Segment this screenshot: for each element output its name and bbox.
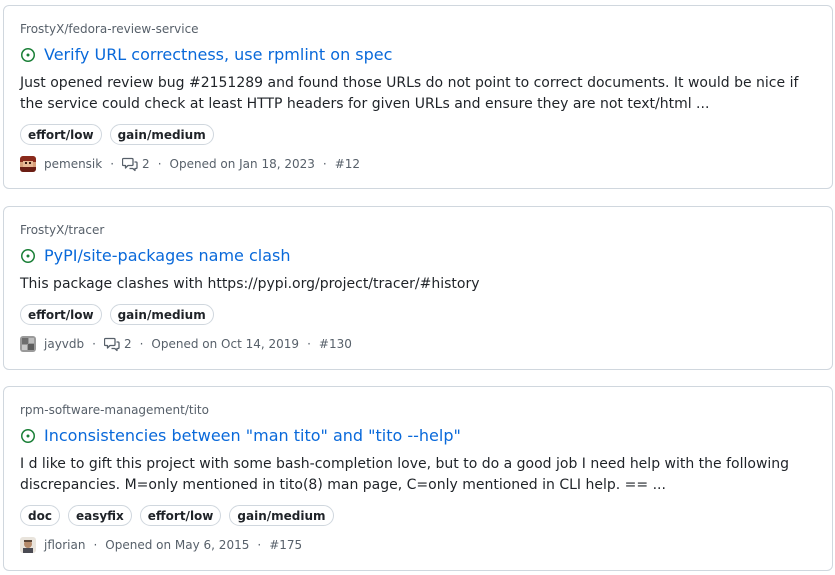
opened-date: Opened on May 6, 2015 <box>105 538 250 552</box>
issue-number: #175 <box>269 538 303 552</box>
separator-dot: · <box>139 337 144 351</box>
avatar[interactable] <box>20 336 36 352</box>
comments-link[interactable]: 2 <box>122 156 150 172</box>
issue-meta: pemensik · 2 · Opened on Jan 18, 2023 · … <box>20 154 816 174</box>
opened-date: Opened on Jan 18, 2023 <box>169 157 315 171</box>
comment-count: 2 <box>142 157 150 171</box>
comment-discussion-icon <box>122 156 138 172</box>
issue-meta: jflorian · Opened on May 6, 2015 · #175 <box>20 535 816 555</box>
separator-dot: · <box>307 337 311 351</box>
issue-opened-icon <box>20 47 36 63</box>
author-link[interactable]: jayvdb <box>44 337 84 351</box>
issue-number: #12 <box>334 157 361 171</box>
separator-dot: · <box>110 157 115 171</box>
issue-body: Just opened review bug #2151289 and foun… <box>20 75 799 112</box>
separator-dot: · <box>322 157 327 171</box>
issue-title-link[interactable]: PyPI/site-packages name clash <box>44 244 291 268</box>
issue-title-link[interactable]: Inconsistencies between "man tito" and "… <box>44 424 461 448</box>
label-doc[interactable]: doc <box>20 505 60 526</box>
issue-opened-icon <box>20 248 36 264</box>
issue-labels: doc easyfix effort/low gain/medium <box>20 505 816 526</box>
issue-title-row: Inconsistencies between "man tito" and "… <box>20 424 816 448</box>
comment-discussion-icon <box>103 336 120 352</box>
issue-title-row: Verify URL correctness, use rpmlint on s… <box>20 43 816 67</box>
avatar[interactable] <box>20 156 36 172</box>
repo-name[interactable]: FrostyX/fedora-review-service <box>20 20 816 38</box>
issue-title-row: PyPI/site-packages name clash <box>20 244 816 268</box>
opened-date: Opened on Oct 14, 2019 <box>151 337 300 351</box>
issue-card: FrostyX/tracer PyPI/site-packages name c… <box>3 206 833 370</box>
label-effort-low[interactable]: effort/low <box>20 124 102 145</box>
issue-labels: effort/low gain/medium <box>20 304 816 325</box>
comment-count: 2 <box>123 337 132 351</box>
label-effort-low[interactable]: effort/low <box>20 304 102 325</box>
issue-body: I d like to gift this project with some … <box>20 456 790 493</box>
issue-list: FrostyX/fedora-review-service Verify URL… <box>0 0 835 575</box>
issue-meta: jayvdb · 2 · Opened on Oct 14, 2019 · #1… <box>20 334 816 354</box>
issue-opened-icon <box>20 428 36 444</box>
avatar[interactable] <box>20 537 36 553</box>
label-effort-low[interactable]: effort/low <box>139 505 222 526</box>
author-link[interactable]: pemensik <box>44 157 102 171</box>
author-link[interactable]: jflorian <box>44 538 85 552</box>
separator-dot: · <box>257 538 262 552</box>
issue-title-link[interactable]: Verify URL correctness, use rpmlint on s… <box>44 43 392 67</box>
separator-dot: · <box>157 157 162 171</box>
label-gain-medium[interactable]: gain/medium <box>109 304 214 325</box>
separator-dot: · <box>92 337 96 351</box>
issue-number: #130 <box>318 337 352 351</box>
separator-dot: · <box>93 538 98 552</box>
issue-labels: effort/low gain/medium <box>20 124 816 145</box>
comments-link[interactable]: 2 <box>103 336 132 352</box>
issue-card: rpm-software-management/tito Inconsisten… <box>3 386 833 571</box>
issue-body: This package clashes with https://pypi.o… <box>20 276 480 292</box>
label-easyfix[interactable]: easyfix <box>67 505 132 526</box>
label-gain-medium[interactable]: gain/medium <box>109 124 214 145</box>
label-gain-medium[interactable]: gain/medium <box>229 505 334 526</box>
repo-name[interactable]: rpm-software-management/tito <box>20 401 816 419</box>
repo-name[interactable]: FrostyX/tracer <box>20 221 816 239</box>
issue-card: FrostyX/fedora-review-service Verify URL… <box>3 5 833 189</box>
